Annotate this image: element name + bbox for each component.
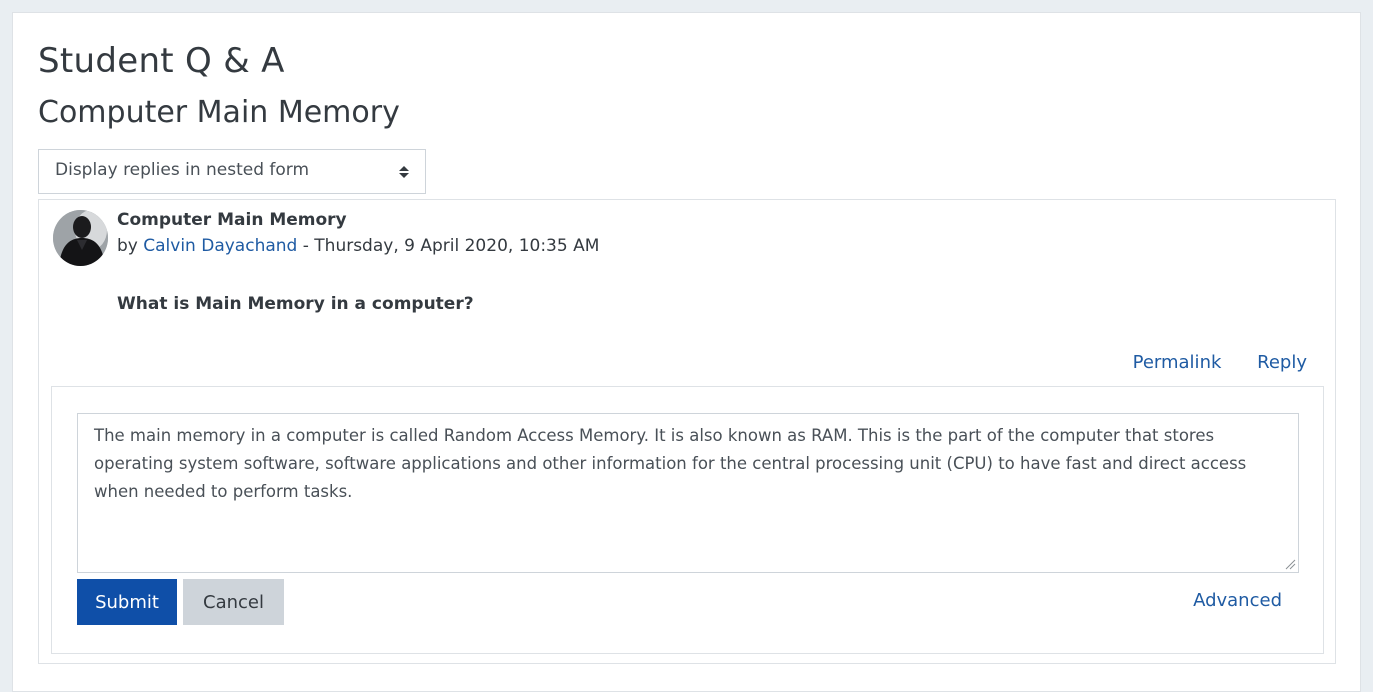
- inline-reply-form: The main memory in a computer is called …: [51, 386, 1324, 654]
- advanced-link[interactable]: Advanced: [1193, 590, 1282, 611]
- reply-message-input[interactable]: The main memory in a computer is called …: [77, 413, 1299, 573]
- cancel-button[interactable]: Cancel: [183, 579, 284, 625]
- forum-discussion-page: Student Q & A Computer Main Memory Displ…: [12, 12, 1361, 692]
- permalink-link[interactable]: Permalink: [1133, 352, 1222, 373]
- display-mode-selected-value: Display replies in nested form: [55, 160, 310, 180]
- discussion-title: Computer Main Memory: [38, 95, 400, 130]
- post-body: What is Main Memory in a computer?: [117, 294, 474, 314]
- submit-button[interactable]: Submit: [77, 579, 177, 625]
- by-prefix: by: [117, 236, 138, 256]
- post-actions: Permalink Reply: [1103, 352, 1307, 373]
- post-subject: Computer Main Memory: [117, 210, 347, 230]
- post-date: Thursday, 9 April 2020, 10:35 AM: [314, 236, 600, 256]
- display-mode-select[interactable]: Display replies in nested form: [38, 149, 426, 194]
- author-link[interactable]: Calvin Dayachand: [143, 236, 297, 256]
- page-title: Student Q & A: [38, 41, 285, 81]
- up-down-arrows-icon: [399, 164, 409, 180]
- date-separator: -: [297, 236, 315, 256]
- resize-grip-icon[interactable]: [1285, 559, 1296, 570]
- avatar-image: [53, 210, 108, 266]
- post-byline: by Calvin Dayachand - Thursday, 9 April …: [117, 236, 599, 256]
- author-avatar[interactable]: [53, 210, 108, 266]
- forum-post: Computer Main Memory by Calvin Dayachand…: [38, 199, 1336, 664]
- reply-link[interactable]: Reply: [1257, 352, 1307, 373]
